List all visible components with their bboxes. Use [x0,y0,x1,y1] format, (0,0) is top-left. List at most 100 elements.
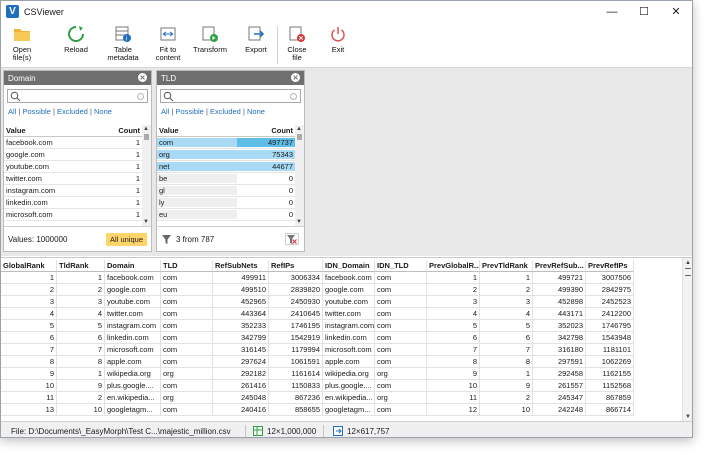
close-window-button[interactable]: ✕ [660,1,692,22]
transform-button[interactable]: Transform [192,24,228,66]
grid-scrollbar[interactable]: ▲ ▼ [682,258,692,422]
grid-cell: 1 [57,272,105,284]
close-panel-icon[interactable]: ✕ [291,73,300,82]
minimize-button[interactable]: — [596,1,628,22]
list-item[interactable]: facebook.com 1 [4,137,143,149]
scroll-thumb[interactable] [685,268,691,276]
scroll-down-icon[interactable]: ▼ [296,219,302,225]
fit-to-content-button[interactable]: Fit to content [151,24,185,66]
grid-cell: 1746795 [586,320,634,332]
tld-search-input[interactable] [160,89,301,103]
grid-header-row: GlobalRank TldRank Domain TLD RefSubNets RefI… [1,260,634,272]
filter-links: All | Possible | Excluded | None [161,107,265,116]
column-header[interactable]: RefSubNets [213,260,269,272]
column-header[interactable]: PrevRefSub... [533,260,586,272]
table-row[interactable]: 11 2 en.wikipedia... org 245048 867236 en.wiki… [1,392,634,404]
panel-title: Domain [8,73,36,83]
grid-cell: com [375,332,427,344]
grid-cell: 5 [1,320,57,332]
table-row[interactable]: 5 5 instagram.com com 352233 1746195 instagram… [1,320,634,332]
column-header[interactable]: GlobalRank [1,260,57,272]
open-files-button[interactable]: Open file(s) [7,24,37,66]
reload-icon [66,24,86,44]
grid-cell: 8 [57,356,105,368]
grid-cell: 867236 [269,392,323,404]
grid-cell: 866714 [586,404,634,416]
list-item[interactable]: linkedin.com 1 [4,197,143,209]
list-item[interactable]: ly 0 [157,197,296,209]
scroll-thumb[interactable] [297,133,302,141]
close-file-button[interactable]: Close file [284,24,310,66]
grid-cell: 4 [57,308,105,320]
panel-scrollbar[interactable]: ▲ ▼ [295,125,304,226]
close-panel-icon[interactable]: ✕ [138,73,147,82]
clear-search-icon[interactable] [290,93,297,100]
reload-button[interactable]: Reload [61,24,91,66]
filter-possible-link[interactable]: Possible [175,107,203,116]
column-header[interactable]: IDN_Domain [323,260,375,272]
filter-all-link[interactable]: All [161,107,169,116]
grid-cell: 499510 [213,284,269,296]
list-item[interactable]: instagram.com 1 [4,185,143,197]
table-row[interactable]: 8 8 apple.com com 297624 1061591 apple.com com 8… [1,356,634,368]
scroll-up-icon[interactable]: ▲ [143,126,149,132]
table-row[interactable]: 1 1 facebook.com com 499911 3006334 facebook.c… [1,272,634,284]
filter-none-link[interactable]: None [94,107,112,116]
exit-button[interactable]: Exit [326,24,350,66]
list-item[interactable]: google.com 1 [4,149,143,161]
list-item[interactable]: twitter.com 1 [4,173,143,185]
column-header[interactable]: TldRank [57,260,105,272]
list-item[interactable]: gl 0 [157,185,296,197]
list-item[interactable]: microsoft.com 1 [4,209,143,221]
grid-cell: 2842975 [586,284,634,296]
data-grid: GlobalRank TldRank Domain TLD RefSubNets RefI… [1,257,692,422]
table-row[interactable]: 13 10 googletagm... com 240416 858655 googleta… [1,404,634,416]
tld-values-table: Value Count com 497737 org 75343 net 44677 … [157,125,296,221]
table-row[interactable]: 6 6 linkedin.com com 342799 1542919 linkedin.c… [1,332,634,344]
toolbar-separator [277,26,278,64]
scroll-thumb[interactable] [144,133,149,141]
scroll-down-icon[interactable]: ▼ [685,414,691,420]
table-metadata-button[interactable]: i Table metadata [105,24,141,66]
list-item[interactable]: net 44677 [157,161,296,173]
column-header[interactable]: RefIPs [269,260,323,272]
filter-none-link[interactable]: None [247,107,265,116]
scroll-down-icon[interactable]: ▼ [143,219,149,225]
list-item[interactable]: org 75343 [157,149,296,161]
grid-cell: com [161,308,213,320]
grid-cell: 9 [427,368,480,380]
list-item[interactable]: com 497737 [157,137,296,149]
grid-cell: 1150833 [269,380,323,392]
filter-excluded-link[interactable]: Excluded [57,107,88,116]
table-row[interactable]: 2 2 google.com com 499510 2839820 google.com co… [1,284,634,296]
table-row[interactable]: 4 4 twitter.com com 443364 2410645 twitter.com… [1,308,634,320]
scroll-up-icon[interactable]: ▲ [296,126,302,132]
table-row[interactable]: 7 7 microsoft.com com 316145 1179994 microsoft… [1,344,634,356]
panel-scrollbar[interactable]: ▲ ▼ [142,125,151,226]
clear-search-icon[interactable] [137,93,144,100]
table-row[interactable]: 3 3 youtube.com com 452965 2450930 youtube.com… [1,296,634,308]
export-button[interactable]: Export [241,24,271,66]
domain-values-table: Value Count facebook.com 1 google.com 1 yo… [4,125,143,221]
column-header[interactable]: TLD [161,260,213,272]
grid-cell: 245347 [533,392,586,404]
filter-possible-link[interactable]: Possible [22,107,50,116]
column-header[interactable]: Domain [105,260,161,272]
filter-excluded-link[interactable]: Excluded [210,107,241,116]
list-item[interactable]: be 0 [157,173,296,185]
column-header[interactable]: IDN_TLD [375,260,427,272]
column-header[interactable]: PrevRefIPs [586,260,634,272]
table-row[interactable]: 10 9 plus.google.... com 261416 1150833 plus.g… [1,380,634,392]
grid-cell: com [161,272,213,284]
grid-cell: 443171 [533,308,586,320]
column-header[interactable]: PrevTldRank [480,260,533,272]
column-header[interactable]: PrevGlobalR... [427,260,480,272]
list-item[interactable]: youtube.com 1 [4,161,143,173]
list-item[interactable]: eu 0 [157,209,296,221]
domain-search-input[interactable] [7,89,148,103]
clear-filter-button[interactable] [285,233,299,245]
scroll-up-icon[interactable]: ▲ [685,260,691,266]
maximize-button[interactable]: ☐ [628,1,660,22]
filter-all-link[interactable]: All [8,107,16,116]
table-row[interactable]: 9 1 wikipedia.org org 292182 1161614 wikipedia… [1,368,634,380]
